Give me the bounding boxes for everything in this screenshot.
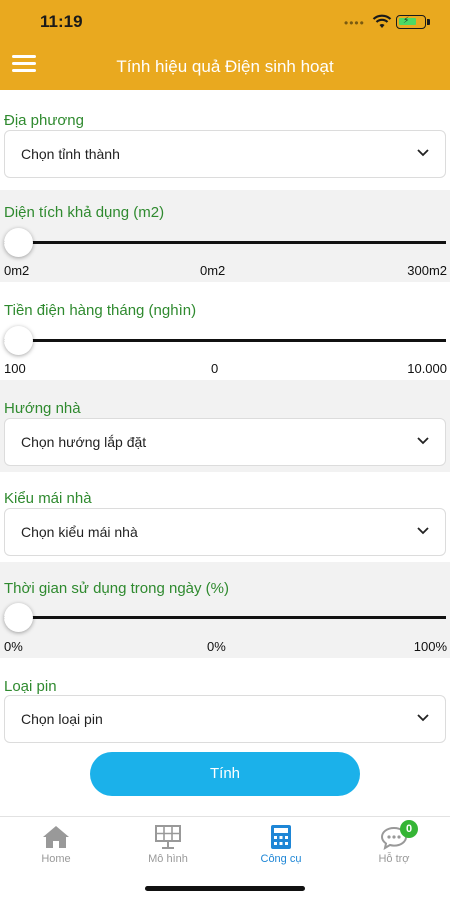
notification-badge: 0 xyxy=(400,820,418,838)
battery-select[interactable]: Chọn loại pin xyxy=(4,695,446,743)
bill-max: 10.000 xyxy=(407,361,447,376)
area-min: 0m2 xyxy=(4,263,30,278)
tab-home[interactable]: Home xyxy=(0,817,112,877)
chevron-down-icon xyxy=(417,714,429,722)
wifi-icon xyxy=(372,14,392,28)
battery-cap xyxy=(427,19,430,25)
usage-max: 100% xyxy=(413,639,447,654)
usage-label: Thời gian sử dụng trong ngày (%) xyxy=(4,580,229,597)
usage-slider[interactable] xyxy=(4,603,446,633)
usage-min: 0% xyxy=(4,639,23,654)
page-title: Tính hiệu quả Điện sinh hoạt xyxy=(116,57,334,76)
status-time: 11:19 xyxy=(40,12,83,31)
direction-select[interactable]: Chọn hướng lắp đặt xyxy=(4,418,446,466)
bill-label: Tiền điện hàng tháng (nghìn) xyxy=(4,302,197,319)
area-max: 300m2 xyxy=(407,263,447,278)
location-select[interactable]: Chọn tỉnh thành xyxy=(4,130,446,178)
tab-label: Công cụ xyxy=(260,853,302,865)
slider-thumb[interactable] xyxy=(4,603,33,632)
area-current: 0m2 xyxy=(200,263,226,278)
direction-select-value: Chọn hướng lắp đặt xyxy=(21,434,147,450)
tab-label: Home xyxy=(41,853,71,865)
tab-label: Mô hình xyxy=(148,853,188,865)
bill-section: Tiền điện hàng tháng (nghìn) 100 0 10.00… xyxy=(0,282,450,380)
solar-panel-icon xyxy=(155,825,181,849)
usage-current: 0% xyxy=(207,639,226,654)
slider-track xyxy=(4,616,446,619)
status-bar: 11:19 •••• ⚡ xyxy=(0,0,450,44)
battery-select-value: Chọn loại pin xyxy=(21,711,103,727)
tab-tools[interactable]: Công cụ xyxy=(225,817,337,877)
bill-slider[interactable] xyxy=(4,326,446,356)
bill-min: 100 xyxy=(4,361,26,376)
direction-section: Hướng nhà Chọn hướng lắp đặt xyxy=(0,380,450,472)
area-section: Diện tích khả dụng (m2) 0m2 0m2 300m2 xyxy=(0,190,450,282)
app-header: 11:19 •••• ⚡ Tính hiệu quả Điện sinh hoạ… xyxy=(0,0,450,90)
calculate-button[interactable]: Tính xyxy=(90,752,360,796)
battery-icon: ⚡ xyxy=(396,15,426,29)
location-section: Địa phương Chọn tỉnh thành xyxy=(0,90,450,190)
slider-track xyxy=(4,241,446,244)
usage-section: Thời gian sử dụng trong ngày (%) 0% 0% 1… xyxy=(0,562,450,658)
home-indicator xyxy=(145,886,305,891)
area-slider[interactable] xyxy=(4,228,446,258)
chevron-down-icon xyxy=(417,437,429,445)
chevron-down-icon xyxy=(417,149,429,157)
home-icon xyxy=(43,826,69,848)
roof-select[interactable]: Chọn kiểu mái nhà xyxy=(4,508,446,556)
roof-select-value: Chọn kiểu mái nhà xyxy=(21,524,138,540)
calculator-icon xyxy=(271,825,291,849)
area-label: Diện tích khả dụng (m2) xyxy=(4,204,165,221)
location-select-value: Chọn tỉnh thành xyxy=(21,146,120,162)
slider-track xyxy=(4,339,446,342)
roof-section: Kiểu mái nhà Chọn kiểu mái nhà xyxy=(0,472,450,562)
slider-thumb[interactable] xyxy=(4,326,33,355)
tab-model[interactable]: Mô hình xyxy=(112,817,224,877)
bill-current: 0 xyxy=(211,361,219,376)
direction-label: Hướng nhà xyxy=(4,400,81,417)
slider-thumb[interactable] xyxy=(4,228,33,257)
location-label: Địa phương xyxy=(4,112,84,129)
tab-label: Hỗ trợ xyxy=(378,853,410,865)
roof-label: Kiểu mái nhà xyxy=(4,490,92,507)
tab-support[interactable]: 0 Hỗ trợ xyxy=(338,817,450,877)
signal-icon: •••• xyxy=(344,16,365,30)
battery-label: Loại pin xyxy=(4,678,57,695)
chevron-down-icon xyxy=(417,527,429,535)
